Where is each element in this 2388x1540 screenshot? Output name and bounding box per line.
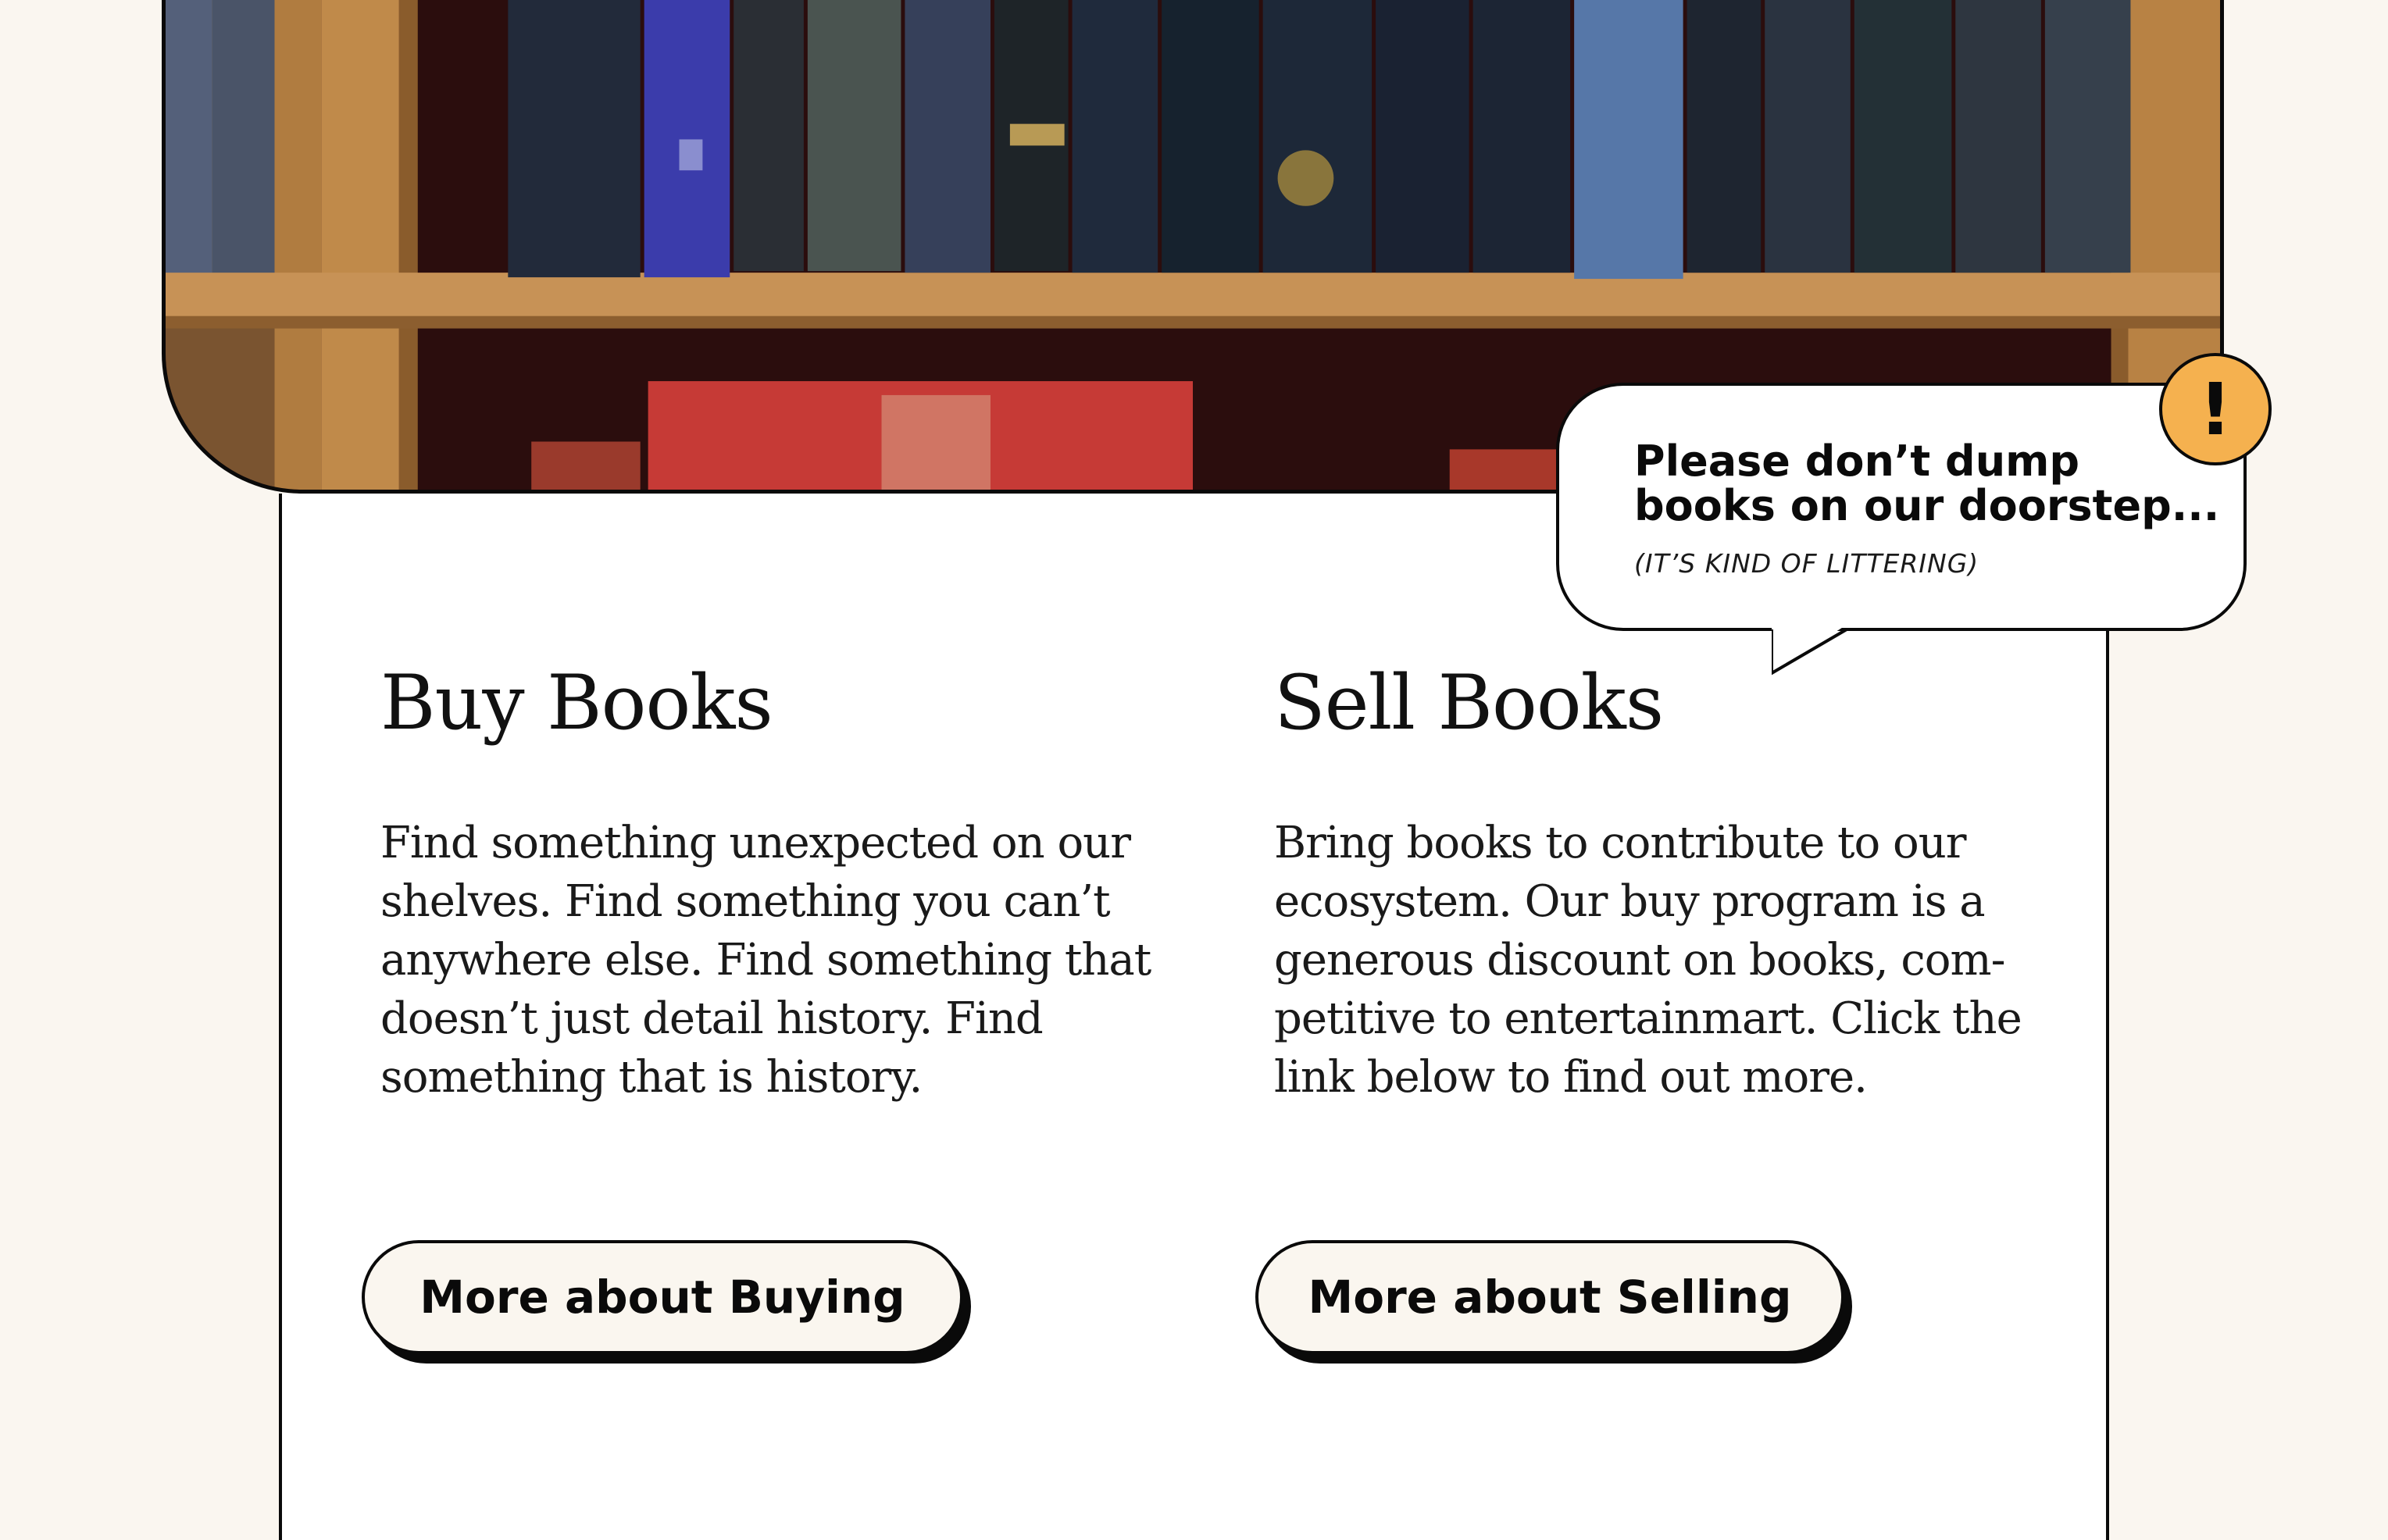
doorstep-notice-bubble: Please don’t dump books on our doorstep.… — [1556, 383, 2247, 631]
sell-books-description: Bring books to contribute to our ecosyst… — [1274, 818, 2022, 1103]
doorstep-notice-title: Please don’t dump books on our doorstep.… — [1634, 437, 2220, 530]
more-about-selling-button[interactable]: More about Selling — [1255, 1240, 1844, 1354]
speech-bubble-tail — [1772, 625, 1848, 676]
doorstep-notice-note: (IT’S KIND OF LITTERING) — [1634, 548, 1979, 579]
buy-books-description: Find something unexpected on our shelves… — [380, 818, 1151, 1103]
sell-books-heading: Sell Books — [1274, 659, 1664, 747]
exclamation-icon: ! — [2159, 353, 2272, 465]
more-about-buying-button[interactable]: More about Buying — [362, 1240, 963, 1354]
buy-books-heading: Buy Books — [380, 659, 773, 747]
